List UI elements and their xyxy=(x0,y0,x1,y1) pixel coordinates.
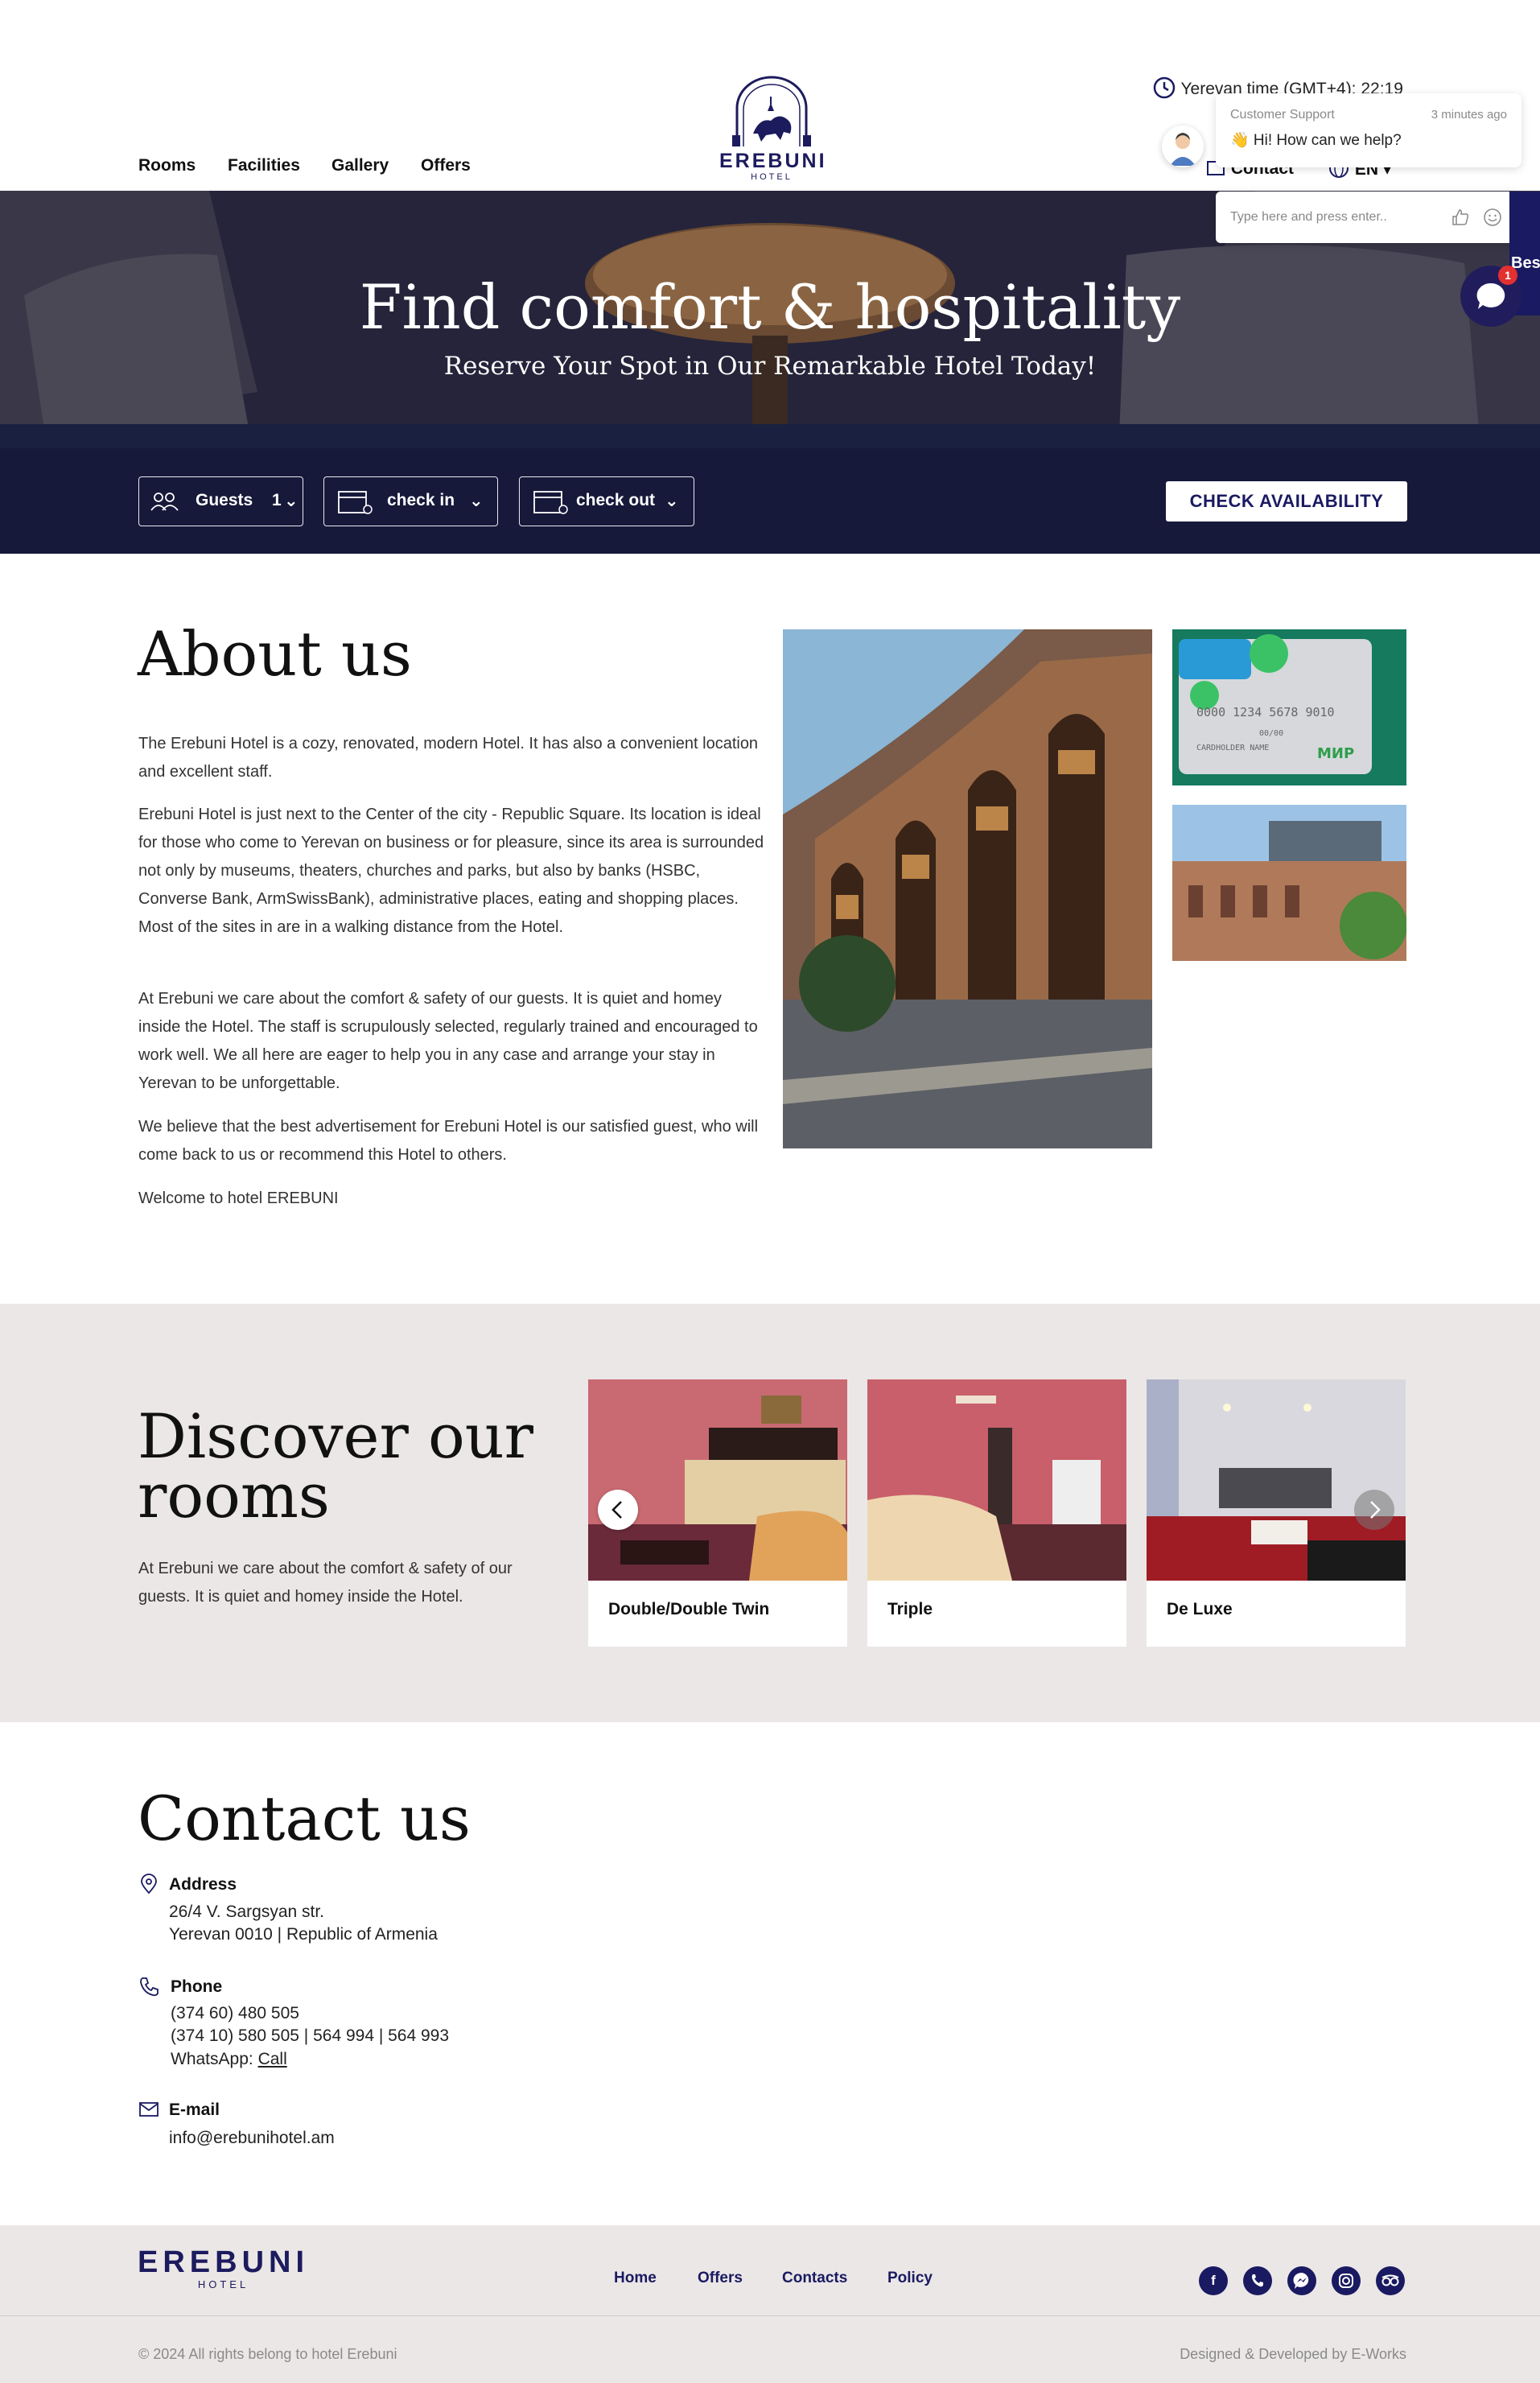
chat-message-text: 👋 Hi! How can we help? xyxy=(1230,132,1402,149)
contact-title: Contact us xyxy=(138,1783,471,1854)
phone-label: Phone xyxy=(171,1977,223,1996)
room-name: De Luxe xyxy=(1167,1600,1233,1618)
about-paragraph: At Erebuni we care about the comfort & s… xyxy=(138,990,758,1092)
phone-line-1[interactable]: (374 60) 480 505 xyxy=(171,2004,299,2023)
email-label: E-mail xyxy=(169,2101,220,2119)
address-line-1: 26/4 V. Sargsyan str. xyxy=(169,1903,325,1921)
location-pin-icon xyxy=(141,1874,157,1894)
carousel-prev-button[interactable] xyxy=(598,1490,638,1530)
developer-credit[interactable]: Designed & Developed by E-Works xyxy=(1180,2346,1406,2363)
check-in-picker[interactable]: check in ⌄ xyxy=(323,476,498,526)
card-brand-logo: МИР xyxy=(1317,745,1354,762)
lion-emblem-icon xyxy=(732,76,811,146)
hero-title: Find comfort & hospitality xyxy=(359,271,1181,343)
rooms-section: Discover our rooms At Erebuni we care ab… xyxy=(0,1304,1540,1722)
footer-link-policy[interactable]: Policy xyxy=(887,2270,933,2287)
site-footer: EREBUNI HOTEL Home Offers Contacts Polic… xyxy=(0,2225,1540,2383)
footer-logo-subtitle: HOTEL xyxy=(197,2278,249,2290)
guests-label: Guests xyxy=(196,491,253,509)
hero-section: Find comfort & hospitality Reserve Your … xyxy=(0,191,1540,554)
phone-icon xyxy=(140,1977,159,1997)
room-photo xyxy=(867,1379,1126,1581)
rooms-title-line-1: Discover our xyxy=(138,1400,533,1472)
messenger-icon[interactable] xyxy=(1287,2266,1316,2295)
nav-offers[interactable]: Offers xyxy=(421,156,471,175)
rooms-title-line-2: rooms xyxy=(138,1460,330,1532)
hotel-logo[interactable]: EREBUNI HOTEL xyxy=(719,76,827,184)
chat-message-card[interactable]: Customer Support 3 minutes ago 👋 Hi! How… xyxy=(1216,93,1521,167)
footer-logo-wordmark: EREBUNI xyxy=(138,2245,310,2279)
chevron-left-icon xyxy=(611,1501,622,1519)
chevron-down-icon: ⌄ xyxy=(665,492,679,510)
clock-icon xyxy=(1153,76,1176,99)
address-line-2: Yerevan 0010 | Republic of Armenia xyxy=(169,1925,438,1944)
logo-subtitle: HOTEL xyxy=(751,172,793,182)
chevron-down-icon: ⌄ xyxy=(469,492,484,510)
room-photo xyxy=(1147,1379,1406,1581)
street-view-photo xyxy=(1172,805,1406,961)
booking-bar: Guests 1 ⌄ check in ⌄ check out ⌄ CHECK … xyxy=(0,448,1540,554)
chat-timestamp: 3 minutes ago xyxy=(1431,108,1507,122)
emoji-icon[interactable] xyxy=(1483,208,1502,227)
instagram-icon[interactable] xyxy=(1332,2266,1361,2295)
support-agent-avatar xyxy=(1162,126,1204,167)
check-out-label: check out xyxy=(576,491,656,509)
guests-selector[interactable]: Guests 1 ⌄ xyxy=(138,476,303,526)
guests-count: 1 xyxy=(272,491,282,509)
address-label: Address xyxy=(169,1875,237,1894)
hero-subtitle: Reserve Your Spot in Our Remarkable Hote… xyxy=(443,352,1097,381)
about-paragraph: The Erebuni Hotel is a cozy, renovated, … xyxy=(138,735,759,781)
tripadvisor-icon[interactable] xyxy=(1376,2266,1405,2295)
phone-line-2[interactable]: (374 10) 580 505 | 564 994 | 564 993 xyxy=(171,2026,449,2046)
room-name: Triple xyxy=(887,1600,933,1618)
envelope-icon xyxy=(139,2102,159,2117)
card-number: 0000 1234 5678 9010 xyxy=(1196,705,1335,719)
copyright-text: © 2024 All rights belong to hotel Erebun… xyxy=(138,2346,397,2362)
agent-avatar-icon xyxy=(1170,133,1196,166)
nav-gallery[interactable]: Gallery xyxy=(331,156,389,175)
chat-agent-name: Customer Support xyxy=(1230,108,1335,122)
republic-square-photo xyxy=(783,629,1152,1148)
whatsapp-row: WhatsApp: Call xyxy=(171,2050,287,2069)
logo-wordmark: EREBUNI xyxy=(719,150,827,172)
check-out-picker[interactable]: check out ⌄ xyxy=(519,476,694,526)
room-name: Double/Double Twin xyxy=(608,1600,770,1618)
facebook-icon[interactable]: f xyxy=(1199,2266,1228,2295)
chat-unread-badge: 1 xyxy=(1498,266,1517,285)
footer-logo[interactable]: EREBUNI HOTEL xyxy=(138,2245,309,2290)
chevron-down-icon: ⌄ xyxy=(284,492,299,510)
about-paragraph: We believe that the best advertisement f… xyxy=(138,1118,759,1164)
guests-icon xyxy=(150,493,179,511)
nav-facilities[interactable]: Facilities xyxy=(228,156,300,175)
room-card-triple[interactable]: Triple xyxy=(867,1379,1126,1647)
chat-input[interactable] xyxy=(1230,206,1439,229)
about-title: About us xyxy=(138,618,412,690)
footer-link-contacts[interactable]: Contacts xyxy=(782,2270,847,2287)
email-link[interactable]: info@erebunihotel.am xyxy=(169,2129,335,2148)
calendar-icon xyxy=(533,491,568,514)
viber-icon[interactable] xyxy=(1243,2266,1272,2295)
check-in-label: check in xyxy=(387,491,455,509)
footer-link-home[interactable]: Home xyxy=(614,2270,657,2287)
check-availability-button[interactable]: CHECK AVAILABILITY xyxy=(1166,481,1407,522)
card-date: 00/00 xyxy=(1259,729,1283,738)
chat-input-box xyxy=(1216,192,1521,243)
footer-link-offers[interactable]: Offers xyxy=(698,2270,743,2287)
about-paragraph: Erebuni Hotel is just next to the Center… xyxy=(138,806,764,936)
calendar-icon xyxy=(338,491,373,514)
rooms-description: At Erebuni we care about the comfort & s… xyxy=(138,1560,513,1606)
chevron-right-icon xyxy=(1370,1501,1381,1519)
whatsapp-call-link[interactable]: Call xyxy=(258,2050,287,2068)
footer-divider xyxy=(0,2315,1540,2316)
thumbs-up-icon[interactable] xyxy=(1451,208,1470,227)
room-photo xyxy=(588,1379,847,1581)
carousel-next-button[interactable] xyxy=(1354,1490,1394,1530)
payment-card-photo: 0000 1234 5678 9010 00/00 CARDHOLDER NAM… xyxy=(1172,629,1406,785)
about-paragraph: Welcome to hotel EREBUNI xyxy=(138,1189,339,1207)
whatsapp-label: WhatsApp: xyxy=(171,2050,253,2068)
card-holder: CARDHOLDER NAME xyxy=(1196,744,1269,752)
rooms-title: Discover our rooms xyxy=(138,1400,533,1532)
nav-rooms[interactable]: Rooms xyxy=(138,156,196,175)
